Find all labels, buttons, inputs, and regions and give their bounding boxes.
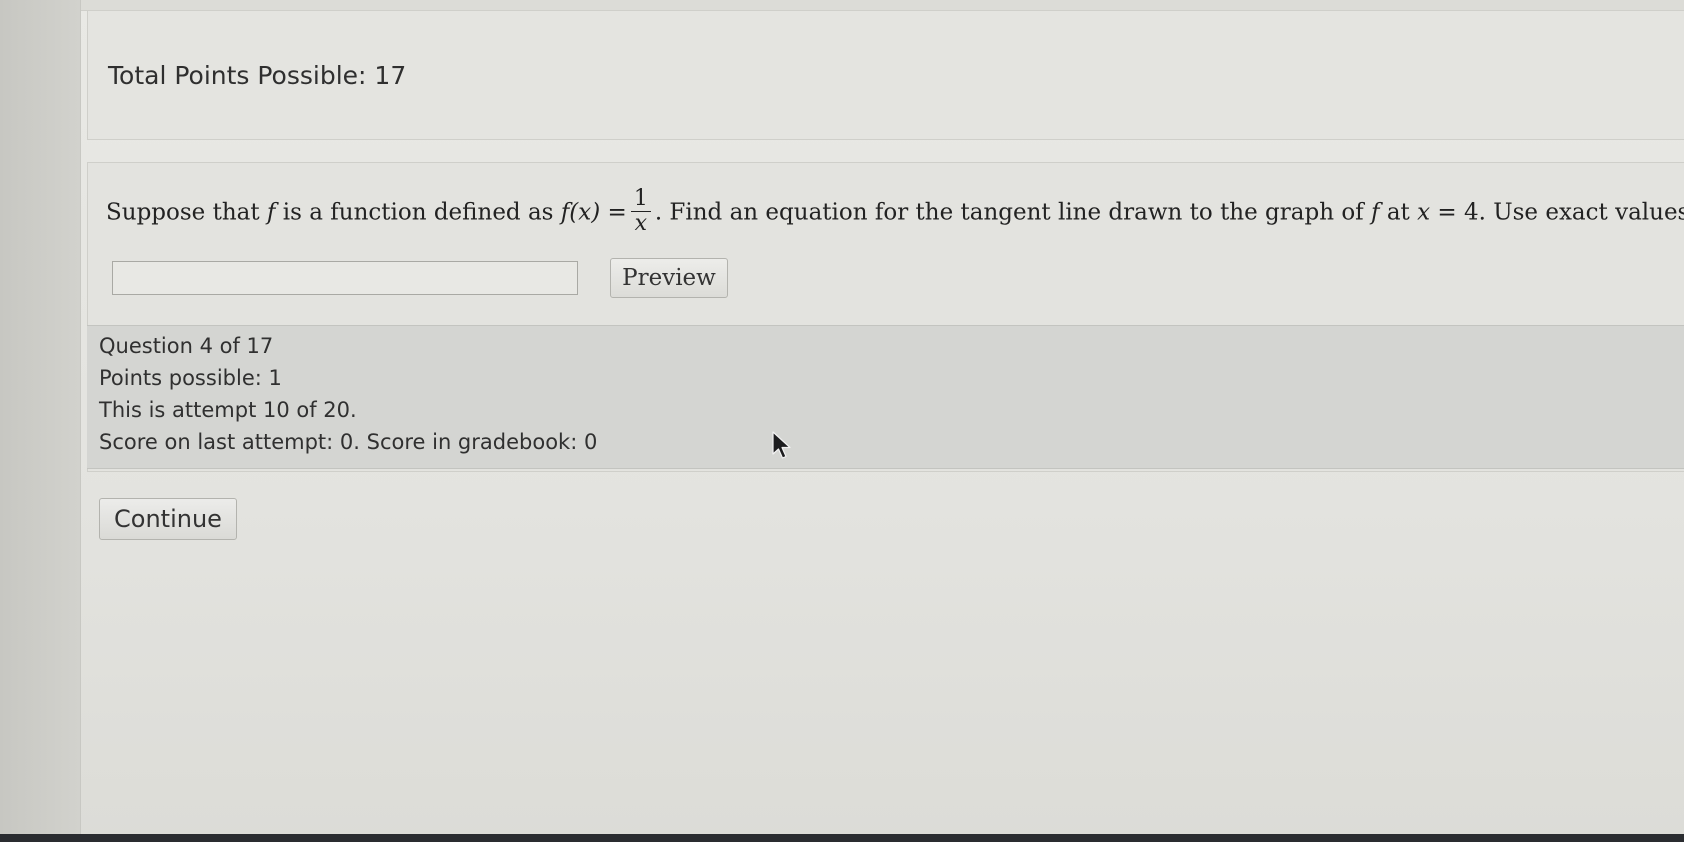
question-number: Question 4 of 17 — [99, 334, 274, 358]
points-possible: Points possible: 1 — [99, 366, 282, 390]
question-info-panel: Question 4 of 17 Points possible: 1 This… — [87, 325, 1684, 469]
mouse-pointer-icon — [771, 430, 793, 460]
question-text: Suppose that f is a function defined as … — [106, 186, 1684, 238]
fraction-numerator: 1 — [630, 186, 651, 213]
left-gutter — [0, 0, 80, 842]
math-fraction: 1x — [630, 186, 651, 237]
fraction-denominator: x — [634, 211, 648, 237]
question-text-part: . Use exact values. — [1478, 199, 1684, 226]
math-variable-x: x — [1417, 199, 1431, 226]
question-text-part: is a function defined as — [275, 199, 561, 226]
math-x-value: = 4 — [1430, 199, 1479, 226]
math-function-expression: f(x) = — [560, 199, 627, 226]
bottom-bar — [0, 834, 1684, 842]
preview-button[interactable]: Preview — [610, 258, 728, 298]
total-points-label: Total Points Possible: 17 — [108, 61, 407, 90]
question-text-part: . Find an equation for the tangent line … — [654, 199, 1371, 226]
answer-input[interactable] — [112, 261, 578, 295]
attempt-count: This is attempt 10 of 20. — [99, 398, 357, 422]
score-summary: Score on last attempt: 0. Score in grade… — [99, 430, 598, 454]
math-variable-f: f — [1371, 199, 1380, 226]
continue-button[interactable]: Continue — [99, 498, 237, 540]
assessment-page: Total Points Possible: 17 Suppose that f… — [80, 0, 1684, 842]
screen: Total Points Possible: 17 Suppose that f… — [0, 0, 1684, 842]
question-text-part: Suppose that — [106, 199, 267, 226]
total-points-box: Total Points Possible: 17 — [87, 10, 1684, 140]
question-text-part: at — [1379, 199, 1418, 226]
